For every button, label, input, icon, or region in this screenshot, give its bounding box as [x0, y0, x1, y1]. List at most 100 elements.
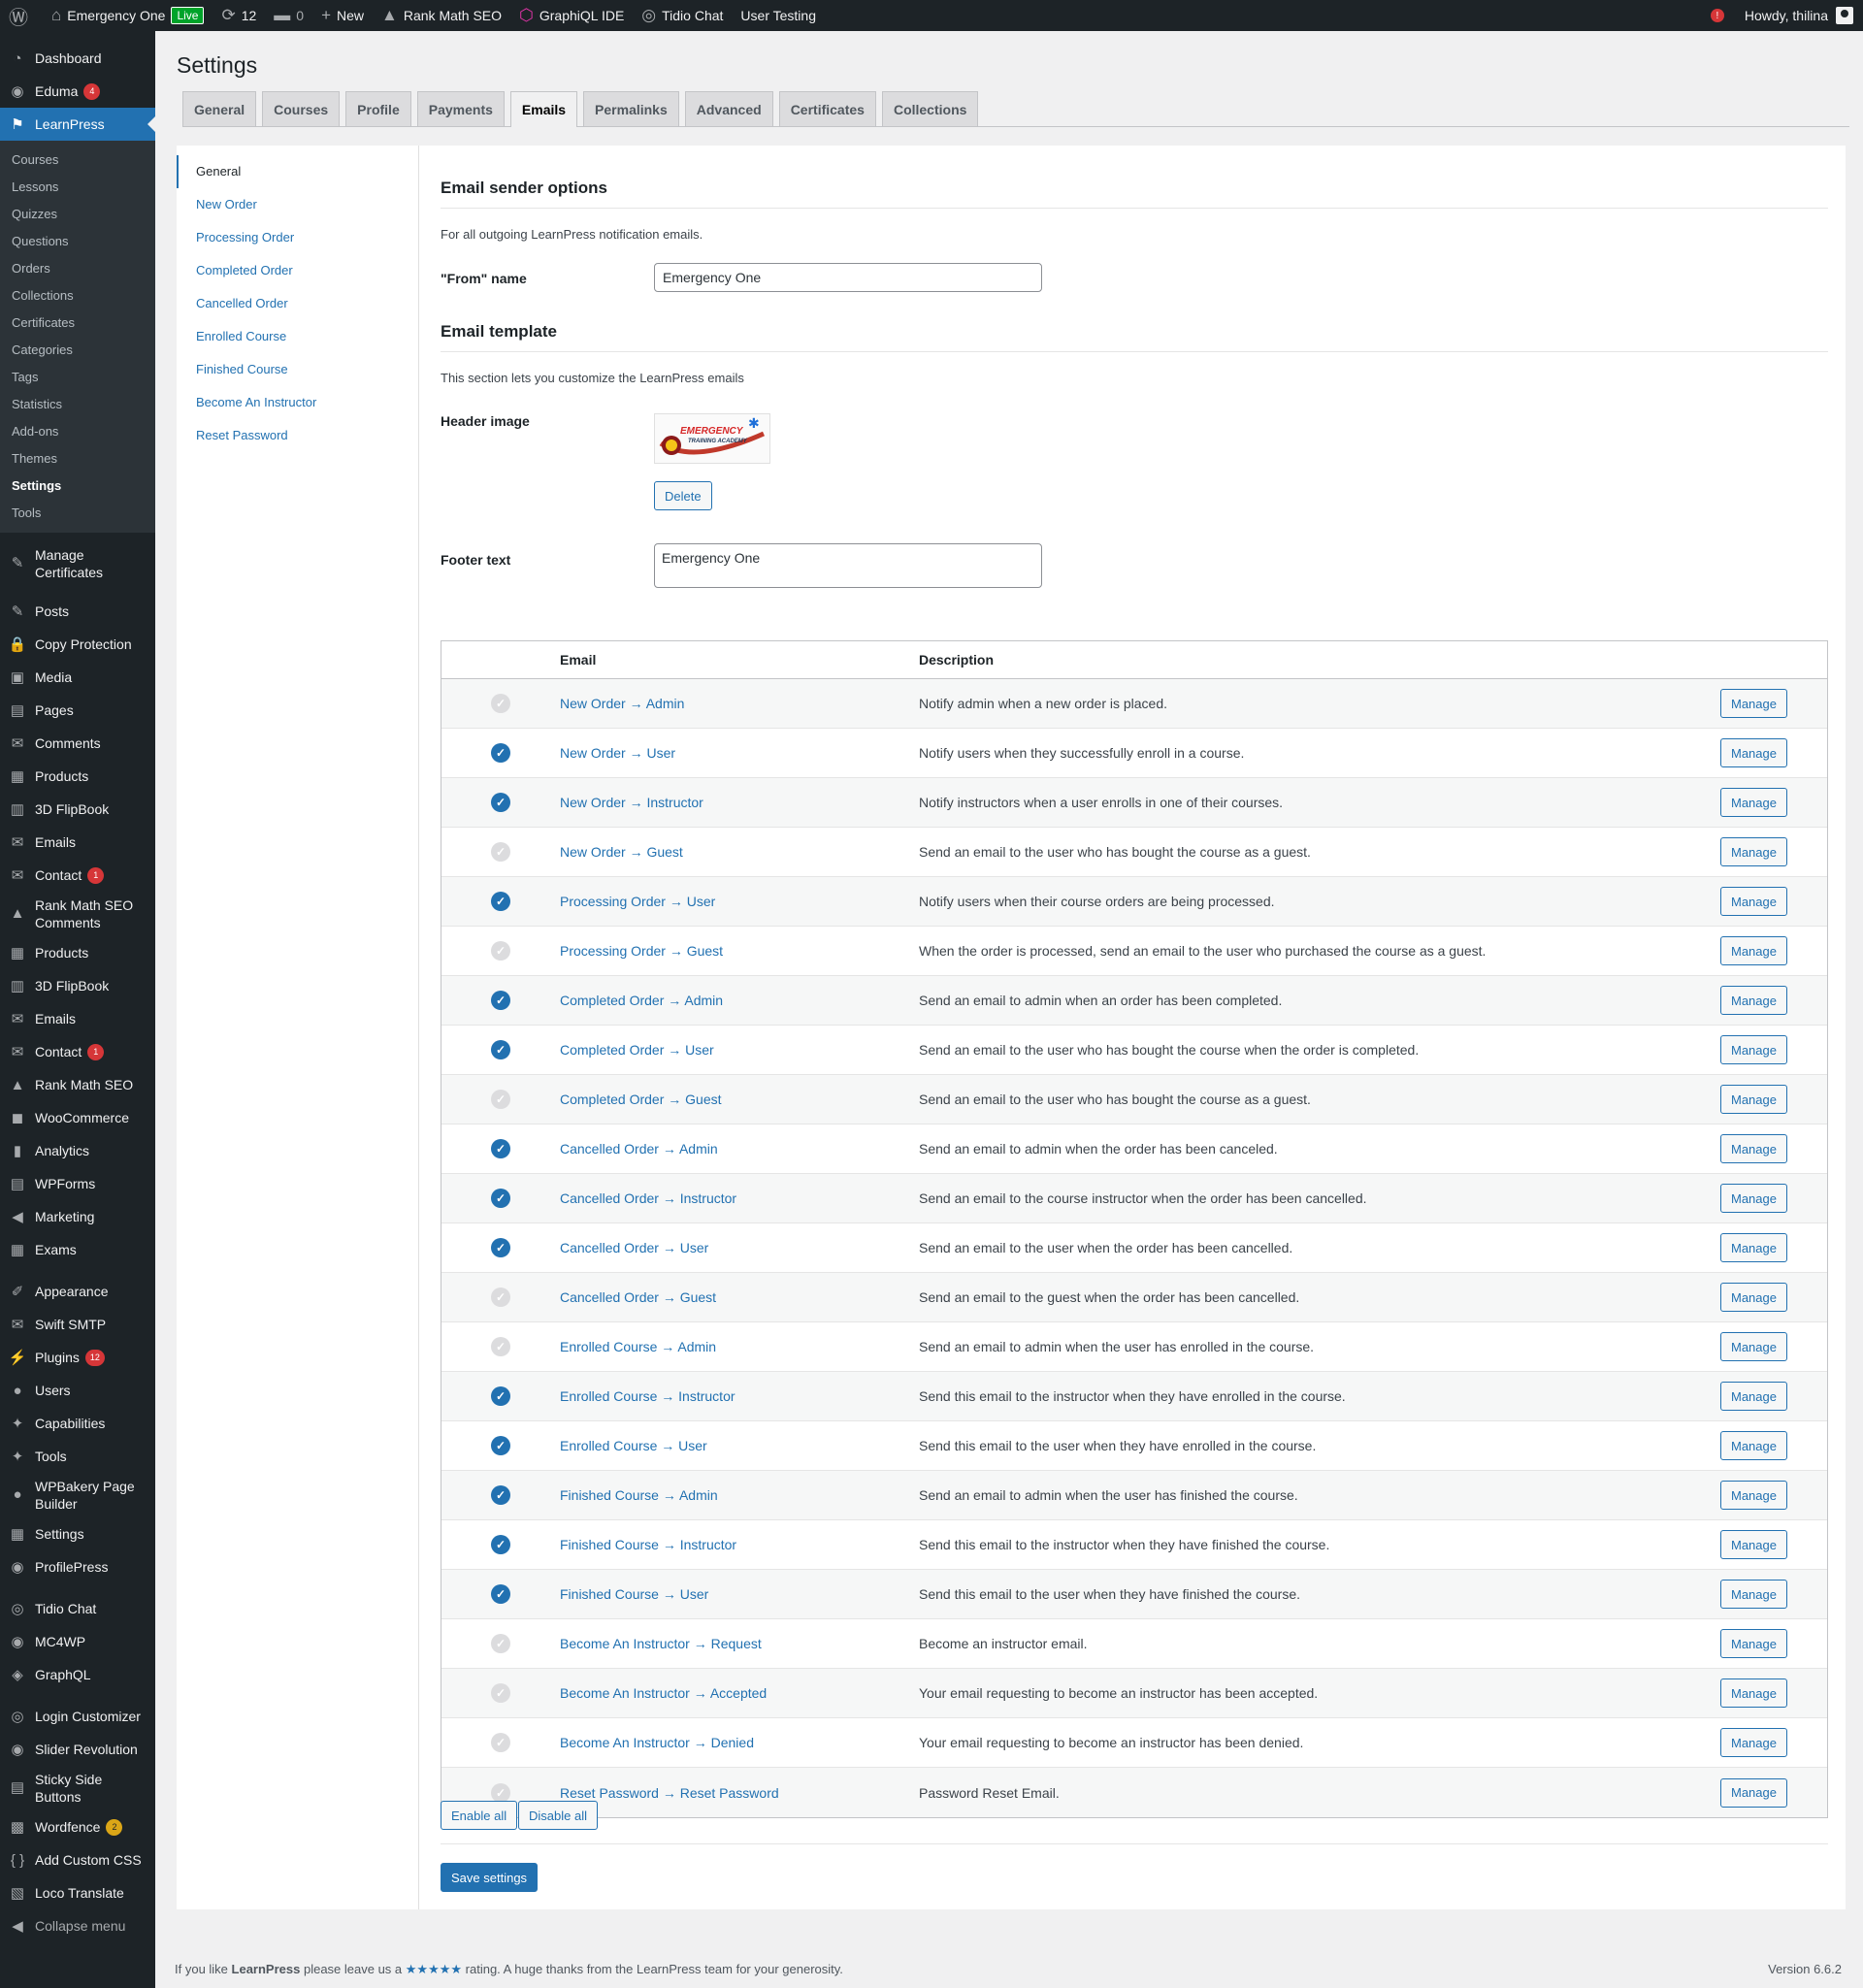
disabled-check-icon[interactable]: ✓: [491, 941, 510, 961]
notification-badge[interactable]: !: [1710, 9, 1724, 22]
sidebar-item-products[interactable]: ▦ Products: [0, 936, 155, 969]
enable-all-button[interactable]: Enable all: [441, 1801, 518, 1830]
sidebar-item-emails[interactable]: ✉ Emails: [0, 1002, 155, 1035]
enabled-check-icon[interactable]: ✓: [491, 743, 510, 763]
enabled-check-icon[interactable]: ✓: [491, 1584, 510, 1604]
sidebar-item-analytics[interactable]: ▮ Analytics: [0, 1134, 155, 1167]
submenu-item-add-ons[interactable]: Add-ons: [0, 418, 155, 445]
new-content-link[interactable]: + New: [312, 0, 373, 31]
tab-general[interactable]: General: [182, 91, 257, 126]
manage-button[interactable]: Manage: [1720, 1134, 1787, 1163]
manage-button[interactable]: Manage: [1720, 1481, 1787, 1510]
submenu-item-questions[interactable]: Questions: [0, 228, 155, 255]
sidebar-item-woocommerce[interactable]: ◼ WooCommerce: [0, 1101, 155, 1134]
sidebar-item-wordfence[interactable]: ▩ Wordfence 2: [0, 1810, 155, 1843]
manage-button[interactable]: Manage: [1720, 1184, 1787, 1213]
email-link[interactable]: Reset Password → Reset Password: [560, 1785, 919, 1801]
sidebar-item-add-custom-css[interactable]: { } Add Custom CSS: [0, 1843, 155, 1876]
manage-button[interactable]: Manage: [1720, 1777, 1787, 1808]
email-link[interactable]: Enrolled Course → Instructor: [560, 1388, 919, 1404]
email-link[interactable]: Enrolled Course → User: [560, 1438, 919, 1453]
sidebar-item-emails[interactable]: ✉ Emails: [0, 826, 155, 859]
enabled-check-icon[interactable]: ✓: [491, 1535, 510, 1554]
email-link[interactable]: Completed Order → Admin: [560, 993, 919, 1008]
enabled-check-icon[interactable]: ✓: [491, 1436, 510, 1455]
disabled-check-icon[interactable]: ✓: [491, 1634, 510, 1653]
sidebar-item-exams[interactable]: ▦ Exams: [0, 1233, 155, 1266]
tab-emails[interactable]: Emails: [509, 91, 578, 127]
from-name-input[interactable]: Emergency One: [654, 263, 1042, 292]
disabled-check-icon[interactable]: ✓: [491, 694, 510, 713]
sidebar-item-rank-math-seo-comments[interactable]: ▲ Rank Math SEO Comments: [0, 892, 155, 936]
email-link[interactable]: Cancelled Order → User: [560, 1240, 919, 1255]
user-testing-link[interactable]: User Testing: [732, 0, 825, 31]
sidebar-item-marketing[interactable]: ◀ Marketing: [0, 1200, 155, 1233]
email-link[interactable]: Enrolled Course → Admin: [560, 1339, 919, 1354]
manage-button[interactable]: Manage: [1720, 887, 1787, 916]
manage-button[interactable]: Manage: [1720, 986, 1787, 1015]
manage-button[interactable]: Manage: [1720, 1332, 1787, 1361]
email-link[interactable]: New Order → Admin: [560, 696, 919, 711]
sidebar-item-plugins[interactable]: ⚡ Plugins 12: [0, 1341, 155, 1374]
email-nav-enrolled-course[interactable]: Enrolled Course: [177, 320, 418, 353]
email-link[interactable]: Become An Instructor → Denied: [560, 1735, 919, 1750]
save-settings-button[interactable]: Save settings: [441, 1863, 539, 1892]
submenu-item-categories[interactable]: Categories: [0, 337, 155, 364]
manage-button[interactable]: Manage: [1720, 689, 1787, 718]
submenu-item-collections[interactable]: Collections: [0, 282, 155, 310]
graphiql-link[interactable]: ⬡ GraphiQL IDE: [510, 0, 633, 31]
sidebar-item-tools[interactable]: ✦ Tools: [0, 1440, 155, 1473]
email-link[interactable]: Completed Order → User: [560, 1042, 919, 1058]
manage-button[interactable]: Manage: [1720, 936, 1787, 965]
manage-button[interactable]: Manage: [1720, 738, 1787, 767]
sidebar-item-settings[interactable]: ▦ Settings: [0, 1517, 155, 1550]
wordpress-logo[interactable]: Ⓦ: [0, 0, 43, 31]
sidebar-item-3d-flipbook[interactable]: ▥ 3D FlipBook: [0, 793, 155, 826]
submenu-item-orders[interactable]: Orders: [0, 255, 155, 282]
manage-button[interactable]: Manage: [1720, 1629, 1787, 1658]
sidebar-item-dashboard[interactable]: ◔ Dashboard: [0, 42, 155, 75]
my-account-link[interactable]: Howdy, thilina: [1736, 0, 1863, 31]
sidebar-item-contact[interactable]: ✉ Contact 1: [0, 1035, 155, 1068]
email-nav-cancelled-order[interactable]: Cancelled Order: [177, 287, 418, 320]
sidebar-item-users[interactable]: ● Users: [0, 1374, 155, 1407]
manage-button[interactable]: Manage: [1720, 1085, 1787, 1114]
email-link[interactable]: Finished Course → User: [560, 1586, 919, 1602]
disabled-check-icon[interactable]: ✓: [491, 1287, 510, 1307]
enabled-check-icon[interactable]: ✓: [491, 1189, 510, 1208]
submenu-item-themes[interactable]: Themes: [0, 445, 155, 473]
sidebar-item-graphql[interactable]: ◈ GraphQL: [0, 1658, 155, 1691]
manage-button[interactable]: Manage: [1720, 1035, 1787, 1064]
tab-profile[interactable]: Profile: [345, 91, 411, 126]
enabled-check-icon[interactable]: ✓: [491, 793, 510, 812]
collapse-menu-button[interactable]: ◀ Collapse menu: [0, 1909, 155, 1942]
email-nav-become-an-instructor[interactable]: Become An Instructor: [177, 386, 418, 419]
sidebar-item-slider-revolution[interactable]: ◉ Slider Revolution: [0, 1733, 155, 1766]
disabled-check-icon[interactable]: ✓: [491, 1782, 510, 1803]
email-link[interactable]: New Order → Instructor: [560, 795, 919, 810]
sidebar-item-wpforms[interactable]: ▤ WPForms: [0, 1167, 155, 1200]
email-link[interactable]: Cancelled Order → Admin: [560, 1141, 919, 1157]
sidebar-item-sticky-side-buttons[interactable]: ▤ Sticky Side Buttons: [0, 1766, 155, 1810]
submenu-item-courses[interactable]: Courses: [0, 147, 155, 174]
footer-text-textarea[interactable]: Emergency One: [654, 543, 1042, 588]
email-link[interactable]: Become An Instructor → Accepted: [560, 1685, 919, 1701]
sidebar-item-tidio-chat[interactable]: ◎ Tidio Chat: [0, 1592, 155, 1625]
sidebar-item-wpbakery-page-builder[interactable]: ● WPBakery Page Builder: [0, 1473, 155, 1517]
sidebar-item-contact[interactable]: ✉ Contact 1: [0, 859, 155, 892]
email-link[interactable]: Completed Order → Guest: [560, 1092, 919, 1107]
submenu-item-statistics[interactable]: Statistics: [0, 391, 155, 418]
email-link[interactable]: Cancelled Order → Guest: [560, 1289, 919, 1305]
sidebar-item-eduma[interactable]: ◉ Eduma 4: [0, 75, 155, 108]
enabled-check-icon[interactable]: ✓: [491, 1238, 510, 1257]
email-link[interactable]: New Order → Guest: [560, 844, 919, 860]
disable-all-button[interactable]: Disable all: [518, 1801, 598, 1830]
manage-button[interactable]: Manage: [1720, 788, 1787, 817]
sidebar-item-media[interactable]: ▣ Media: [0, 661, 155, 694]
email-link[interactable]: New Order → User: [560, 745, 919, 761]
sidebar-item-learnpress[interactable]: ⚑ LearnPress: [0, 108, 155, 141]
email-link[interactable]: Become An Instructor → Request: [560, 1636, 919, 1651]
enabled-check-icon[interactable]: ✓: [491, 1040, 510, 1059]
submenu-item-tools[interactable]: Tools: [0, 500, 155, 527]
updates-link[interactable]: ⟳ 12: [212, 0, 265, 31]
